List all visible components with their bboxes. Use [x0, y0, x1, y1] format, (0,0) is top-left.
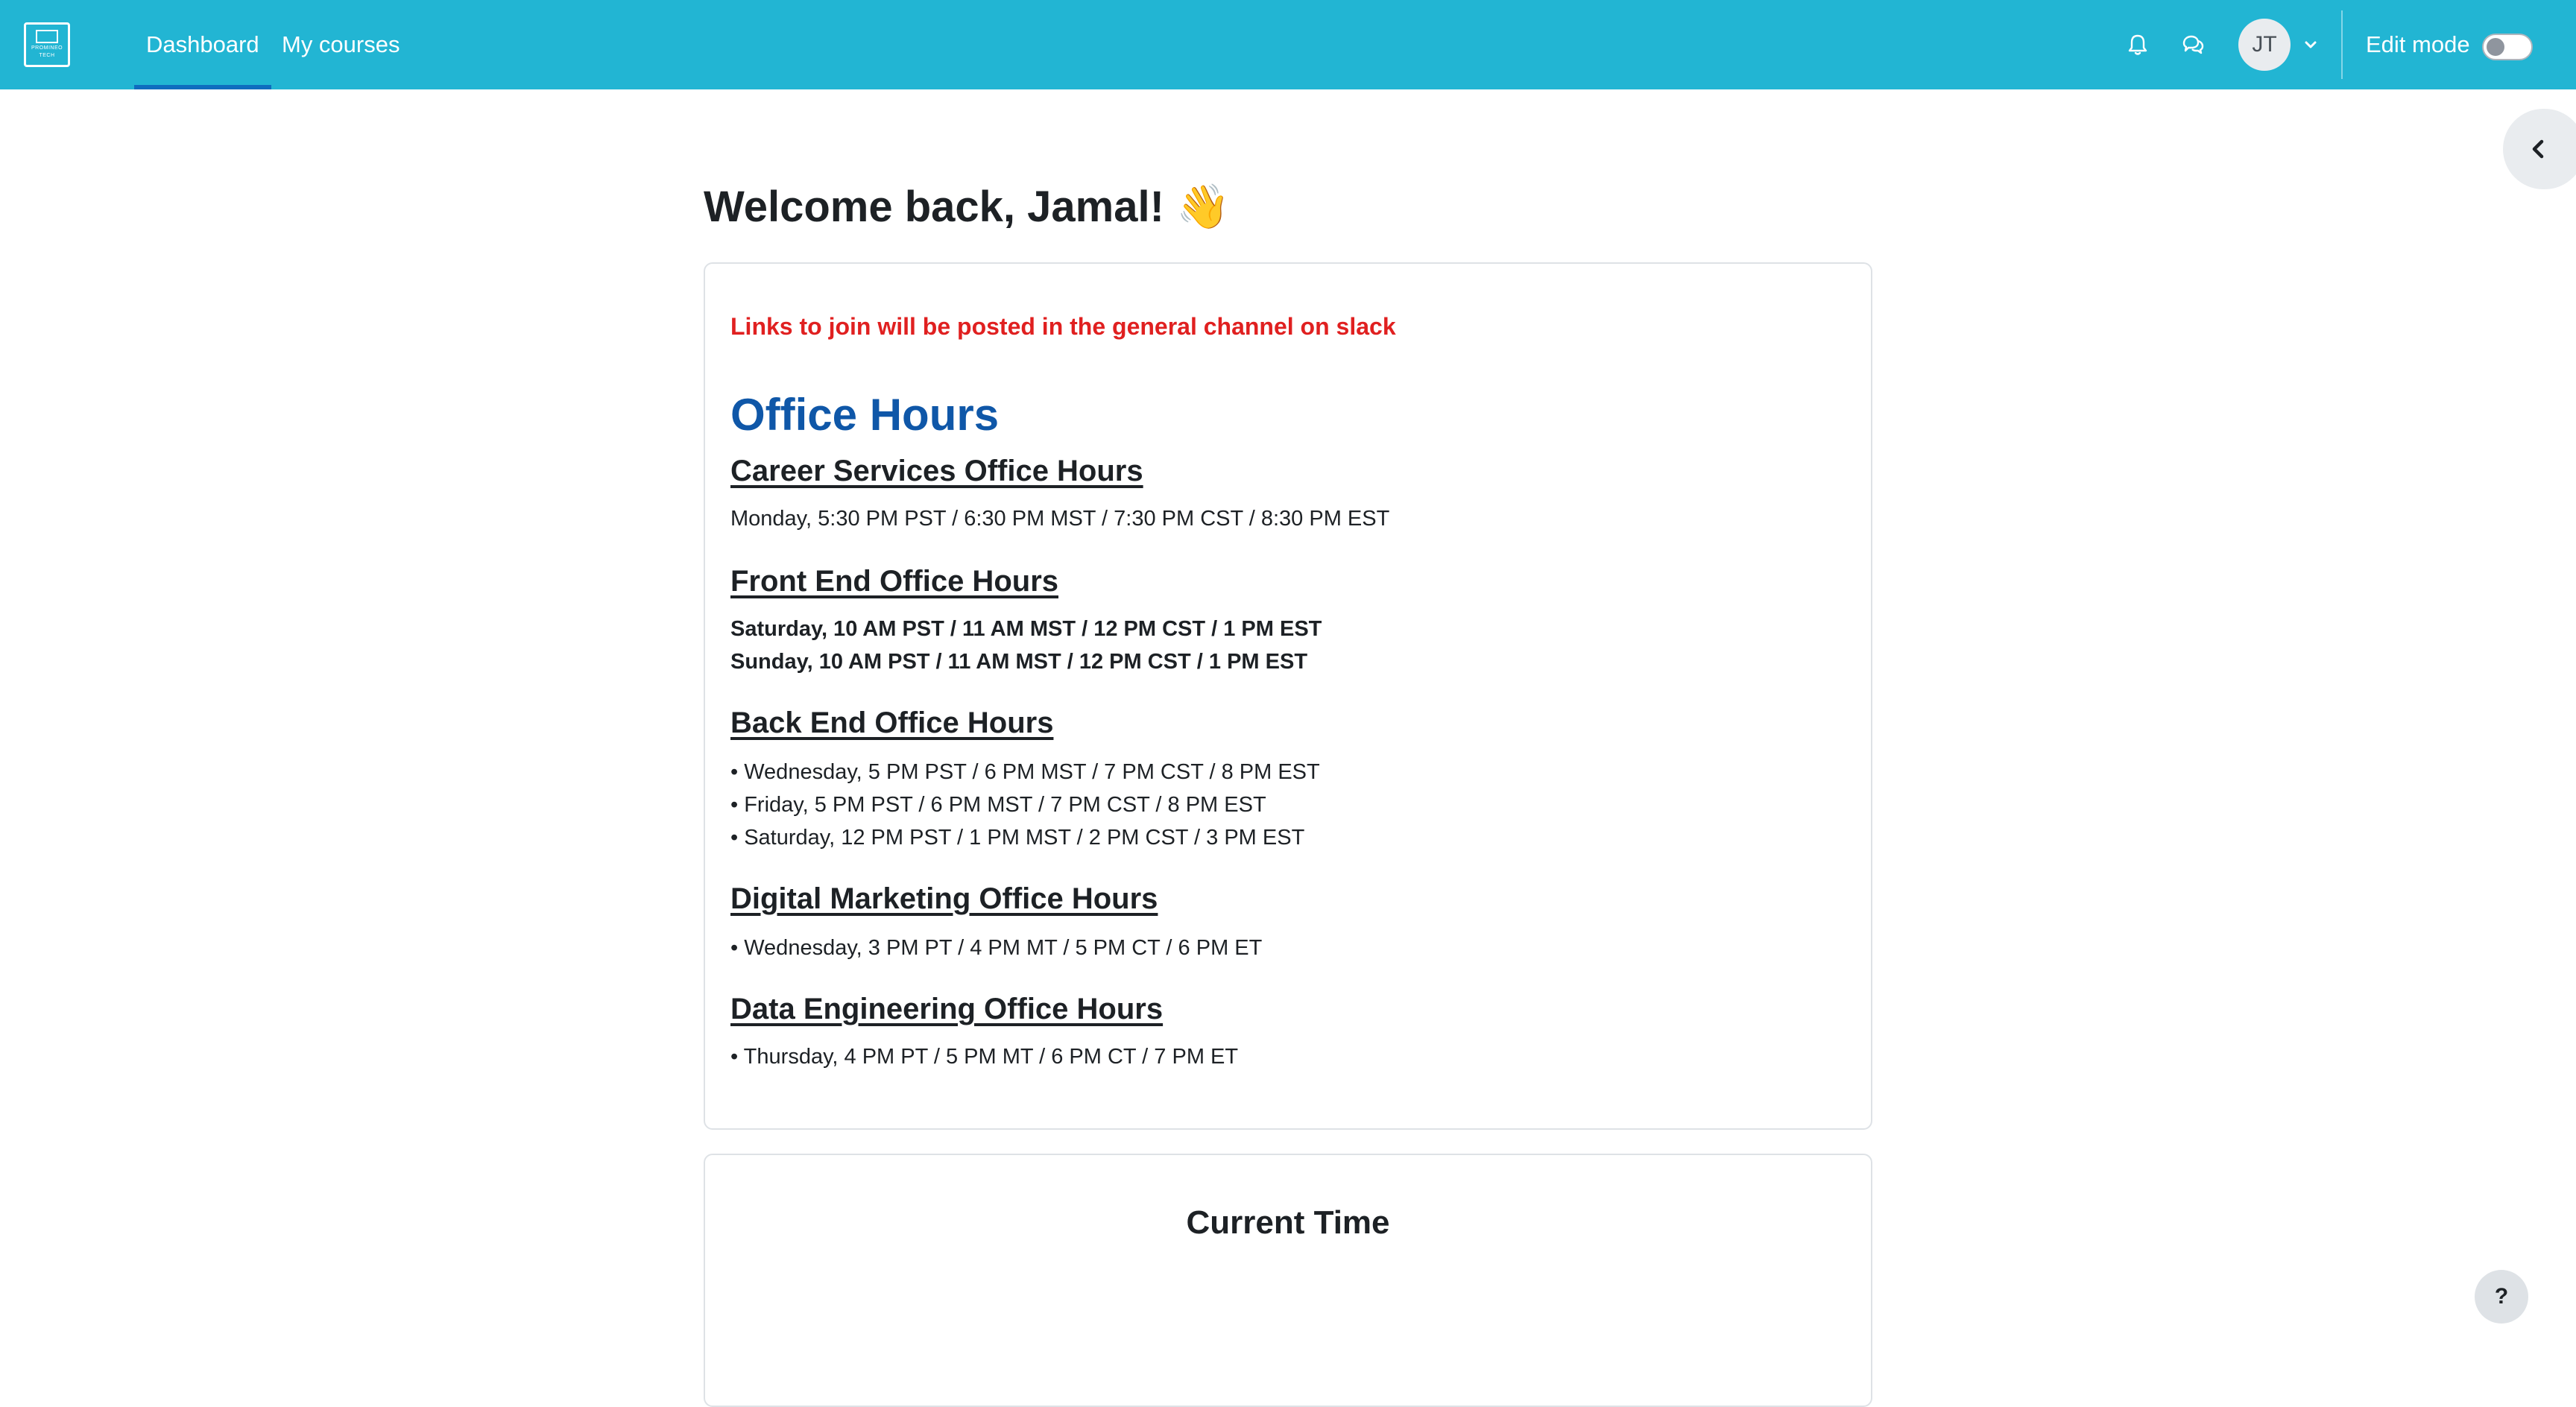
schedule-line: • Friday, 5 PM PST / 6 PM MST / 7 PM CST…: [730, 793, 1266, 817]
section-title-back-end: Back End Office Hours: [730, 706, 1054, 739]
chevron-down-icon[interactable]: [2302, 36, 2320, 54]
top-navbar: PROMINEO TECH Dashboard My courses JT Ed…: [0, 0, 2576, 89]
section-title-front-end: Front End Office Hours: [730, 565, 1058, 598]
section-title-digital-marketing: Digital Marketing Office Hours: [730, 882, 1158, 915]
schedule-line: Monday, 5:30 PM PST / 6:30 PM MST / 7:30…: [730, 507, 1390, 531]
section-title-career-services: Career Services Office Hours: [730, 455, 1143, 487]
office-hours-card: Links to join will be posted in the gene…: [704, 262, 1872, 1130]
schedule-line: • Thursday, 4 PM PT / 5 PM MT / 6 PM CT …: [730, 1045, 1239, 1069]
bell-icon[interactable]: [2123, 30, 2153, 60]
edit-mode-label: Edit mode: [2366, 31, 2470, 57]
chat-icon[interactable]: [2178, 30, 2208, 60]
help-button[interactable]: ?: [2475, 1270, 2528, 1324]
nav-link-dashboard[interactable]: Dashboard: [134, 0, 271, 89]
site-logo[interactable]: PROMINEO TECH: [24, 22, 70, 67]
schedule-line: • Wednesday, 5 PM PST / 6 PM MST / 7 PM …: [730, 760, 1320, 784]
office-hours-heading: Office Hours: [730, 390, 1000, 440]
nav-link-my-courses[interactable]: My courses: [282, 0, 400, 89]
schedule-line: Sunday, 10 AM PST / 11 AM MST / 12 PM CS…: [730, 650, 1308, 674]
page-title: Welcome back, Jamal! 👋: [704, 183, 1231, 231]
navbar-divider: [2341, 10, 2343, 79]
current-time-heading: Current Time: [1186, 1204, 1390, 1241]
open-drawer-button[interactable]: [2503, 109, 2576, 189]
schedule-line: • Saturday, 12 PM PST / 1 PM MST / 2 PM …: [730, 826, 1305, 850]
logo-text: PROMINEO TECH: [31, 45, 63, 58]
schedule-line: Saturday, 10 AM PST / 11 AM MST / 12 PM …: [730, 617, 1322, 641]
edit-mode-toggle[interactable]: [2482, 34, 2533, 60]
schedule-line: • Wednesday, 3 PM PT / 4 PM MT / 5 PM CT…: [730, 936, 1263, 960]
chevron-left-icon: [2532, 139, 2544, 159]
current-time-card: Current Time: [704, 1154, 1872, 1407]
user-avatar[interactable]: JT: [2238, 19, 2291, 71]
section-title-data-engineering: Data Engineering Office Hours: [730, 993, 1164, 1025]
notice-text: Links to join will be posted in the gene…: [730, 313, 1396, 340]
